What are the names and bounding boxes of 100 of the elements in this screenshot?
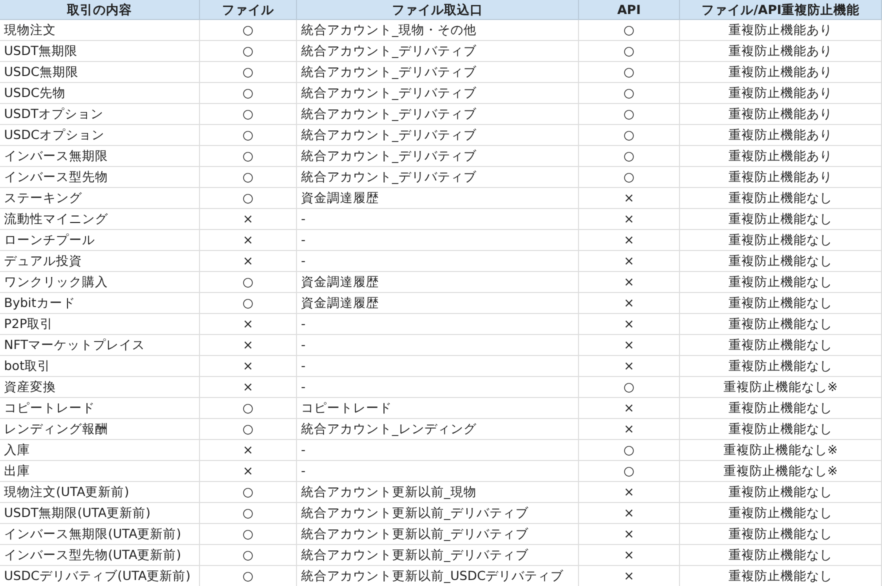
- file-cell: ○: [200, 398, 297, 418]
- transaction-cell: デュアル投資: [0, 251, 200, 271]
- file-cell: ○: [200, 104, 297, 124]
- duplicate-prevention-cell: 重複防止機能あり: [680, 62, 882, 82]
- import-source-cell: 統合アカウント更新以前_USDCデリバティブ: [297, 566, 579, 586]
- api-cell: ○: [579, 83, 680, 103]
- file-cell: ○: [200, 41, 297, 61]
- file-cell: ×: [200, 335, 297, 355]
- duplicate-prevention-cell: 重複防止機能あり: [680, 41, 882, 61]
- column-header: API: [579, 0, 680, 19]
- api-cell: ○: [579, 41, 680, 61]
- duplicate-prevention-cell: 重複防止機能なし: [680, 230, 882, 250]
- transaction-cell: インバース無期限: [0, 146, 200, 166]
- transaction-cell: 流動性マイニング: [0, 209, 200, 229]
- duplicate-prevention-cell: 重複防止機能なし: [680, 566, 882, 586]
- api-cell: ○: [579, 62, 680, 82]
- import-source-cell: 統合アカウント_デリバティブ: [297, 125, 579, 145]
- import-source-cell: 統合アカウント_デリバティブ: [297, 104, 579, 124]
- file-cell: ○: [200, 62, 297, 82]
- api-cell: ×: [579, 503, 680, 523]
- transaction-cell: USDC先物: [0, 83, 200, 103]
- duplicate-prevention-cell: 重複防止機能あり: [680, 104, 882, 124]
- duplicate-prevention-cell: 重複防止機能なし: [680, 524, 882, 544]
- transaction-cell: Bybitカード: [0, 293, 200, 313]
- import-source-cell: 統合アカウント更新以前_デリバティブ: [297, 503, 579, 523]
- duplicate-prevention-cell: 重複防止機能なし: [680, 356, 882, 376]
- import-source-cell: -: [297, 377, 579, 397]
- duplicate-prevention-cell: 重複防止機能なし※: [680, 461, 882, 481]
- api-cell: ○: [579, 125, 680, 145]
- import-source-cell: 統合アカウント更新以前_デリバティブ: [297, 545, 579, 565]
- file-cell: ×: [200, 251, 297, 271]
- api-cell: ×: [579, 356, 680, 376]
- api-cell: ×: [579, 272, 680, 292]
- duplicate-prevention-cell: 重複防止機能なし※: [680, 440, 882, 460]
- import-source-cell: -: [297, 209, 579, 229]
- duplicate-prevention-cell: 重複防止機能あり: [680, 20, 882, 40]
- transaction-cell: 出庫: [0, 461, 200, 481]
- transaction-cell: USDC無期限: [0, 62, 200, 82]
- transaction-cell: ステーキング: [0, 188, 200, 208]
- duplicate-prevention-cell: 重複防止機能なし: [680, 251, 882, 271]
- transaction-cell: コピートレード: [0, 398, 200, 418]
- file-cell: ○: [200, 125, 297, 145]
- api-cell: ×: [579, 230, 680, 250]
- file-cell: ×: [200, 230, 297, 250]
- duplicate-prevention-cell: 重複防止機能なし: [680, 293, 882, 313]
- file-cell: ×: [200, 356, 297, 376]
- file-cell: ×: [200, 314, 297, 334]
- transaction-cell: 資産変換: [0, 377, 200, 397]
- transaction-cell: インバース型先物(UTA更新前): [0, 545, 200, 565]
- api-cell: ×: [579, 545, 680, 565]
- import-source-cell: 統合アカウント_デリバティブ: [297, 146, 579, 166]
- duplicate-prevention-cell: 重複防止機能なし: [680, 314, 882, 334]
- import-source-cell: 統合アカウント_デリバティブ: [297, 167, 579, 187]
- transaction-cell: USDTオプション: [0, 104, 200, 124]
- api-cell: ×: [579, 314, 680, 334]
- duplicate-prevention-cell: 重複防止機能なし: [680, 188, 882, 208]
- import-source-cell: -: [297, 461, 579, 481]
- import-source-cell: 資金調達履歴: [297, 188, 579, 208]
- transaction-cell: NFTマーケットプレイス: [0, 335, 200, 355]
- file-cell: ×: [200, 440, 297, 460]
- column-header: ファイル/API重複防止機能: [680, 0, 882, 19]
- transaction-cell: USDT無期限: [0, 41, 200, 61]
- transaction-cell: USDT無期限(UTA更新前): [0, 503, 200, 523]
- column-header: ファイル: [200, 0, 297, 19]
- file-cell: ○: [200, 83, 297, 103]
- duplicate-prevention-cell: 重複防止機能なし※: [680, 377, 882, 397]
- api-cell: ×: [579, 293, 680, 313]
- file-cell: ×: [200, 461, 297, 481]
- api-cell: ×: [579, 419, 680, 439]
- transaction-cell: 入庫: [0, 440, 200, 460]
- import-source-cell: 統合アカウント更新以前_現物: [297, 482, 579, 502]
- file-cell: ○: [200, 419, 297, 439]
- api-cell: ×: [579, 566, 680, 586]
- api-cell: ×: [579, 524, 680, 544]
- duplicate-prevention-cell: 重複防止機能なし: [680, 482, 882, 502]
- api-cell: ×: [579, 482, 680, 502]
- api-cell: ×: [579, 251, 680, 271]
- file-cell: ○: [200, 20, 297, 40]
- duplicate-prevention-cell: 重複防止機能なし: [680, 419, 882, 439]
- import-source-cell: -: [297, 440, 579, 460]
- duplicate-prevention-cell: 重複防止機能あり: [680, 146, 882, 166]
- file-cell: ○: [200, 167, 297, 187]
- api-cell: ×: [579, 398, 680, 418]
- transaction-cell: 現物注文(UTA更新前): [0, 482, 200, 502]
- file-cell: ○: [200, 482, 297, 502]
- file-cell: ○: [200, 188, 297, 208]
- duplicate-prevention-cell: 重複防止機能なし: [680, 209, 882, 229]
- api-cell: ○: [579, 167, 680, 187]
- api-cell: ○: [579, 440, 680, 460]
- import-source-cell: 統合アカウント_デリバティブ: [297, 62, 579, 82]
- file-cell: ○: [200, 503, 297, 523]
- api-cell: ○: [579, 377, 680, 397]
- transaction-cell: P2P取引: [0, 314, 200, 334]
- file-cell: ○: [200, 293, 297, 313]
- import-source-cell: -: [297, 251, 579, 271]
- file-cell: ○: [200, 545, 297, 565]
- duplicate-prevention-cell: 重複防止機能あり: [680, 125, 882, 145]
- import-source-cell: -: [297, 314, 579, 334]
- api-cell: ×: [579, 209, 680, 229]
- transaction-cell: 現物注文: [0, 20, 200, 40]
